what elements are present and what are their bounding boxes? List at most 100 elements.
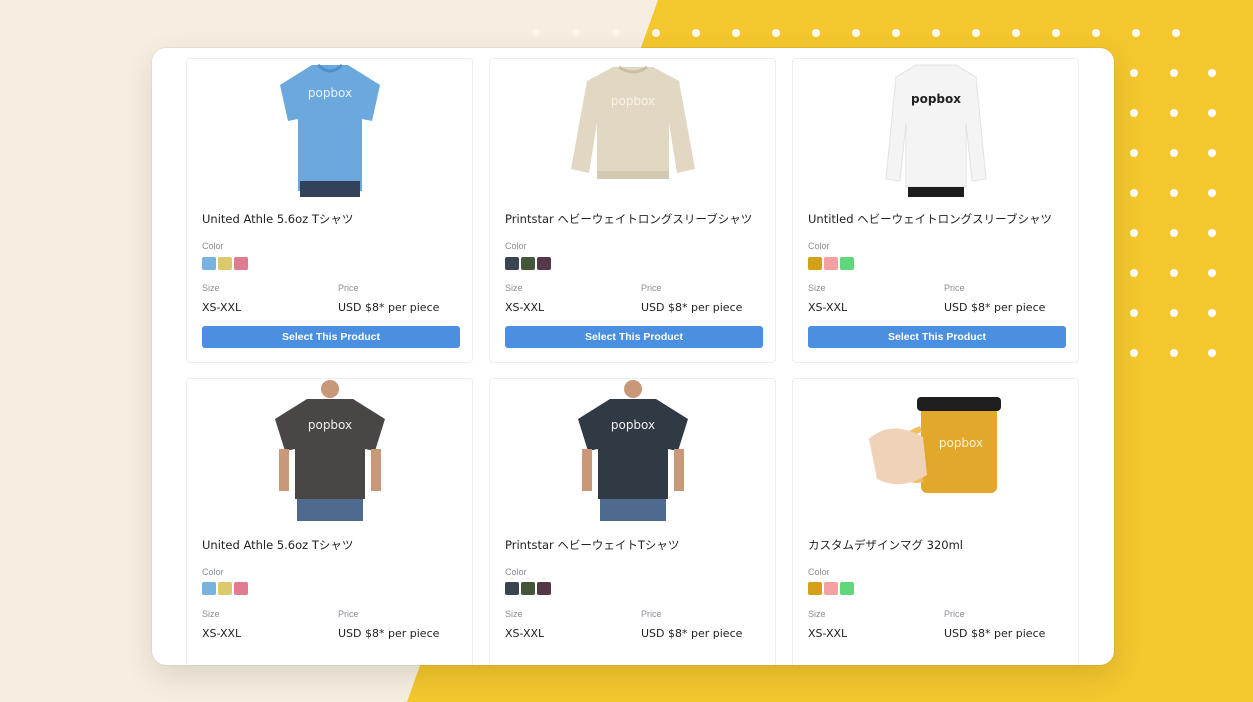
decorative-dot <box>972 29 980 37</box>
product-image: popbox <box>793 59 1078 197</box>
size-value: XS-XXL <box>808 301 848 314</box>
product-catalog-panel[interactable]: popbox United Athle 5.6oz Tシャツ Color Siz… <box>152 48 1114 665</box>
decorative-dot <box>772 29 780 37</box>
price-value: USD $8* per piece <box>338 627 440 640</box>
product-image: popbox <box>187 379 472 523</box>
decorative-dot <box>1172 29 1180 37</box>
color-swatch[interactable] <box>505 257 519 270</box>
color-swatch[interactable] <box>521 582 535 595</box>
product-card: popbox United Athle 5.6oz Tシャツ Color Siz… <box>186 378 473 665</box>
decorative-dot <box>612 29 620 37</box>
price-label: Price <box>944 609 965 619</box>
product-card: popbox United Athle 5.6oz Tシャツ Color Siz… <box>186 58 473 363</box>
color-swatches <box>505 582 551 595</box>
decorative-dot <box>1208 349 1216 357</box>
product-title: Printstar ヘビーウェイトロングスリーブシャツ <box>505 212 753 226</box>
decorative-dot <box>1208 109 1216 117</box>
decorative-dot <box>1012 29 1020 37</box>
color-label: Color <box>808 567 830 577</box>
color-swatch[interactable] <box>202 257 216 270</box>
color-swatch[interactable] <box>537 257 551 270</box>
product-title: Untitled ヘビーウェイトロングスリーブシャツ <box>808 212 1052 226</box>
popbox-logo: popbox <box>307 86 351 100</box>
popbox-logo: popbox <box>911 92 961 106</box>
decorative-dot <box>732 29 740 37</box>
decorative-dot <box>1130 269 1138 277</box>
color-swatch[interactable] <box>505 582 519 595</box>
color-swatch[interactable] <box>808 257 822 270</box>
popbox-logo: popbox <box>610 418 654 432</box>
decorative-dot <box>692 29 700 37</box>
decorative-dot <box>652 29 660 37</box>
color-swatches <box>202 257 248 270</box>
product-card: popbox Untitled ヘビーウェイトロングスリーブシャツ Color … <box>792 58 1079 363</box>
size-value: XS-XXL <box>505 627 545 640</box>
size-label: Size <box>202 283 220 293</box>
color-label: Color <box>202 567 224 577</box>
product-title: United Athle 5.6oz Tシャツ <box>202 212 354 226</box>
product-image: popbox <box>490 379 775 523</box>
select-product-button[interactable]: Select This Product <box>808 326 1066 348</box>
size-value: XS-XXL <box>808 627 848 640</box>
color-swatches <box>202 582 248 595</box>
color-swatch[interactable] <box>202 582 216 595</box>
decorative-dot <box>1208 269 1216 277</box>
color-swatch[interactable] <box>218 257 232 270</box>
decorative-dot <box>1208 69 1216 77</box>
decorative-dot <box>1130 349 1138 357</box>
size-value: XS-XXL <box>505 301 545 314</box>
color-label: Color <box>505 241 527 251</box>
decorative-dot <box>1132 29 1140 37</box>
product-card: popbox Printstar ヘビーウェイトTシャツ Color Size … <box>489 378 776 665</box>
price-label: Price <box>641 283 662 293</box>
decorative-dot <box>1130 189 1138 197</box>
color-label: Color <box>202 241 224 251</box>
decorative-dot <box>1208 149 1216 157</box>
color-swatch[interactable] <box>824 582 838 595</box>
decorative-dot <box>1170 229 1178 237</box>
product-grid: popbox United Athle 5.6oz Tシャツ Color Siz… <box>152 48 1114 665</box>
select-product-button[interactable]: Select This Product <box>202 326 460 348</box>
decorative-dot <box>932 29 940 37</box>
color-swatches <box>505 257 551 270</box>
decorative-dot <box>1208 309 1216 317</box>
color-swatch[interactable] <box>824 257 838 270</box>
popbox-logo: popbox <box>938 436 982 450</box>
decorative-dot <box>812 29 820 37</box>
decorative-dot <box>1130 229 1138 237</box>
price-label: Price <box>338 609 359 619</box>
color-swatch[interactable] <box>218 582 232 595</box>
price-label: Price <box>338 283 359 293</box>
color-swatch[interactable] <box>840 257 854 270</box>
decorative-dot <box>1170 349 1178 357</box>
size-label: Size <box>808 609 826 619</box>
price-value: USD $8* per piece <box>641 627 743 640</box>
product-card: popbox カスタムデザインマグ 320ml Color Size Price… <box>792 378 1079 665</box>
product-image: popbox <box>187 59 472 197</box>
decorative-dot <box>1208 229 1216 237</box>
select-product-button[interactable]: Select This Product <box>505 326 763 348</box>
size-label: Size <box>808 283 826 293</box>
color-swatch[interactable] <box>521 257 535 270</box>
size-value: XS-XXL <box>202 627 242 640</box>
size-label: Size <box>505 283 523 293</box>
color-swatches <box>808 257 854 270</box>
product-image: popbox <box>490 59 775 197</box>
color-swatch[interactable] <box>234 257 248 270</box>
color-label: Color <box>808 241 830 251</box>
color-swatch[interactable] <box>840 582 854 595</box>
popbox-logo: popbox <box>610 94 654 108</box>
product-title: カスタムデザインマグ 320ml <box>808 538 964 552</box>
decorative-dot <box>1052 29 1060 37</box>
product-title: Printstar ヘビーウェイトTシャツ <box>505 538 680 552</box>
color-label: Color <box>505 567 527 577</box>
popbox-logo: popbox <box>307 418 351 432</box>
size-label: Size <box>202 609 220 619</box>
decorative-dot <box>1170 69 1178 77</box>
color-swatch[interactable] <box>808 582 822 595</box>
color-swatches <box>808 582 854 595</box>
decorative-dot <box>1170 309 1178 317</box>
color-swatch[interactable] <box>537 582 551 595</box>
price-label: Price <box>944 283 965 293</box>
color-swatch[interactable] <box>234 582 248 595</box>
